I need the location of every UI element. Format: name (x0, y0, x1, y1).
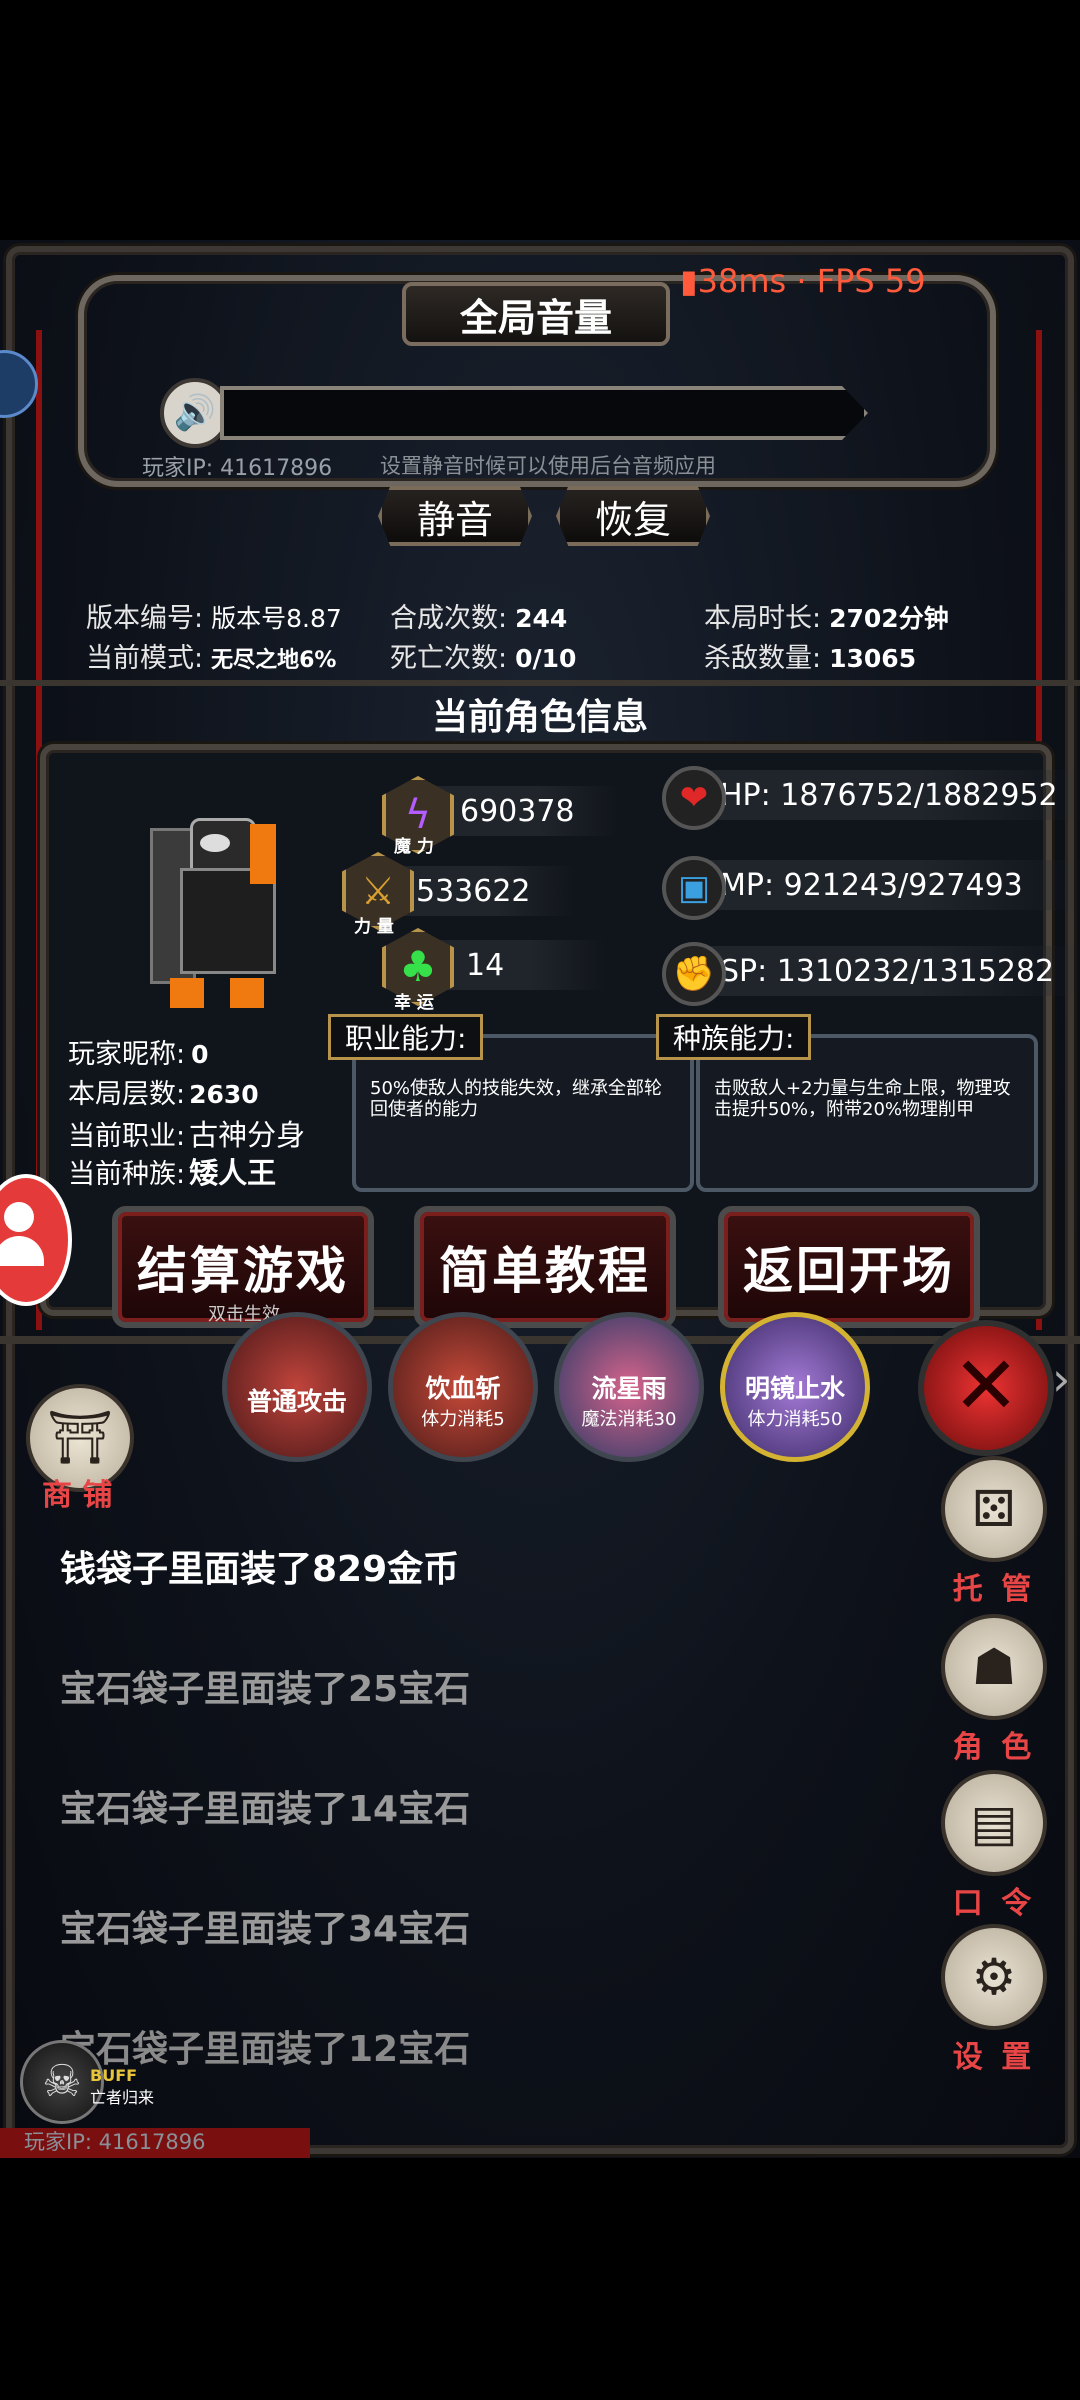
book-icon[interactable]: ▤ (941, 1770, 1047, 1876)
nickname-row: 玩家昵称: 0 (68, 1039, 209, 1070)
divider-2 (0, 1336, 1080, 1344)
shop-label[interactable]: 商 铺 (42, 1470, 112, 1514)
volume-slider[interactable] (220, 386, 868, 440)
section-title: 当前角色信息 (431, 697, 648, 738)
side-code[interactable]: ▤ 口 令 (941, 1770, 1047, 1922)
sp-value: SP: 1310232/1315282 (680, 946, 1080, 996)
ping-fps: ▮38ms · FPS 59 (680, 262, 926, 300)
strength-icon: ✊ (662, 942, 726, 1006)
side-settings[interactable]: ⚙ 设 置 (941, 1924, 1047, 2076)
job-row: 当前职业: 古神分身 (68, 1118, 306, 1152)
job-ability-tag: 职业能力: (328, 1014, 484, 1060)
log-line: 钱袋子里面装了829金币 (60, 1549, 460, 1590)
log-line: 宝石袋子里面装了34宝石 (60, 1909, 471, 1950)
death-stat: 死亡次数: 0/10 (390, 643, 577, 674)
magic-label: 魔 力 (394, 837, 434, 857)
hp-value: HP: 1876752/1882952 (680, 770, 1080, 820)
side-auto[interactable]: ⚄ 托 管 (941, 1456, 1047, 1608)
time-stat: 本局时长: 2702分钟 (704, 603, 949, 634)
kill-stat: 杀敌数量: 13065 (704, 643, 917, 674)
mp-value: MP: 921243/927493 (680, 860, 1080, 910)
skill-meteor-rain[interactable]: 流星雨 魔法消耗30 (554, 1312, 704, 1462)
footer-player-ip: 玩家IP: 41617896 (24, 2130, 206, 2154)
speaker-icon[interactable]: 🔊 (160, 378, 230, 448)
restore-button[interactable]: 恢复 (556, 486, 710, 546)
log-line: 宝石袋子里面装了25宝石 (60, 1669, 471, 1710)
version-stat: 版本编号: 版本号8.87 (86, 603, 342, 634)
mode-stat: 当前模式: 无尽之地6% (86, 643, 337, 674)
chevron-right-icon[interactable]: › (1052, 1352, 1070, 1406)
hood-icon[interactable]: ☗ (941, 1614, 1047, 1720)
log-line: 宝石袋子里面装了14宝石 (60, 1789, 471, 1830)
craft-stat: 合成次数: 244 (390, 603, 568, 634)
floor-row: 本局层数: 2630 (68, 1079, 259, 1110)
buff-name: 亡者归来 (90, 2088, 155, 2107)
skill-blood-slash[interactable]: 饮血斩 体力消耗5 (388, 1312, 538, 1462)
side-character[interactable]: ☗ 角 色 (941, 1614, 1047, 1766)
skill-still-water[interactable]: 明镜止水 体力消耗50 (720, 1312, 870, 1462)
race-ability-tag: 种族能力: (656, 1014, 812, 1060)
buff-title: BUFF (90, 2066, 138, 2085)
tutorial-button[interactable]: 简单教程 (414, 1206, 676, 1328)
power-label: 力 量 (354, 917, 394, 937)
volume-title: 全局音量 (402, 282, 670, 346)
mute-hint: 设置静音时候可以使用后台音频应用 (380, 454, 716, 478)
log-line: 宝石袋子里面装了12宝石 (60, 2029, 471, 2070)
close-skills-icon[interactable]: ✕ (918, 1320, 1054, 1456)
dice-icon[interactable]: ⚄ (941, 1456, 1047, 1562)
luck-label: 幸 运 (394, 993, 434, 1013)
divider (0, 680, 1080, 686)
character-sprite (150, 818, 276, 1018)
back-to-start-button[interactable]: 返回开场 (718, 1206, 980, 1328)
player-ip: 玩家IP: 41617896 (142, 456, 333, 481)
race-row: 当前种族: 矮人王 (68, 1156, 277, 1190)
mana-icon: ▣ (662, 856, 726, 920)
mute-button[interactable]: 静音 (378, 486, 532, 546)
skill-normal-attack[interactable]: 普通攻击 (222, 1312, 372, 1462)
heart-icon: ❤ (662, 766, 726, 830)
signal-icon: ▮ (680, 262, 698, 300)
gear-icon[interactable]: ⚙ (941, 1924, 1047, 2030)
